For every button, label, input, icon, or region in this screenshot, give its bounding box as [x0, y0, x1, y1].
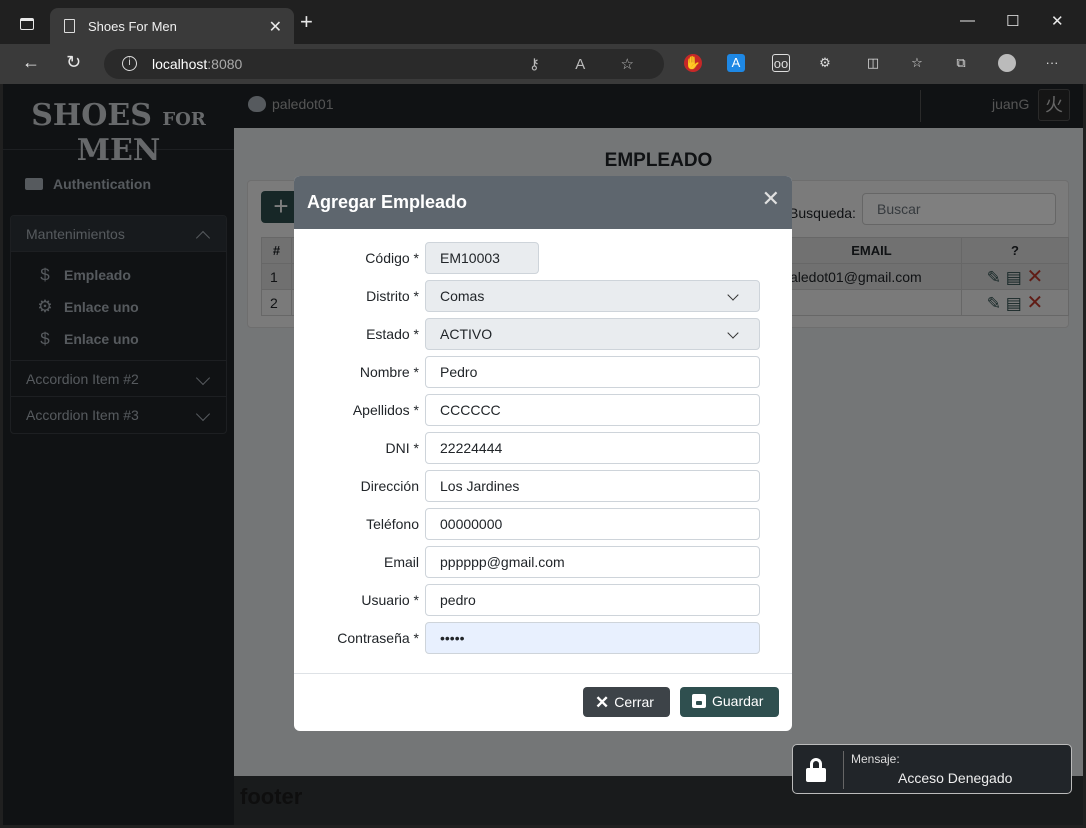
modal-header: Agregar Empleado ✕ [294, 176, 792, 229]
tab-close-icon[interactable]: ✕ [269, 17, 282, 37]
field-row-contrasena: Contraseña * ••••• [294, 622, 792, 654]
nombre-input[interactable]: Pedro [425, 356, 760, 388]
extension-icon[interactable]: oo [772, 54, 790, 72]
modal-footer: ✕ Cerrar Guardar [294, 673, 792, 731]
distrito-label: Distrito * [366, 288, 419, 304]
codigo-field: EM10003 [425, 242, 539, 274]
password-input[interactable]: ••••• [425, 622, 760, 654]
estado-label: Estado * [366, 326, 419, 342]
dni-label: DNI * [385, 440, 419, 456]
toast-message: Acceso Denegado [898, 770, 1013, 786]
add-employee-modal: Agregar Empleado ✕ Código * EM10003 Dist… [294, 176, 792, 731]
field-row-distrito: Distrito * Comas [294, 280, 792, 312]
field-row-telefono: Teléfono 00000000 [294, 508, 792, 540]
translate-icon[interactable]: A [727, 54, 745, 72]
close-icon[interactable]: ✕ [762, 188, 780, 210]
telefono-label: Teléfono [366, 516, 419, 532]
cerrar-button[interactable]: ✕ Cerrar [583, 687, 670, 717]
apellidos-label: Apellidos * [352, 402, 419, 418]
field-row-usuario: Usuario * pedro [294, 584, 792, 616]
distrito-select[interactable]: Comas [425, 280, 760, 312]
telefono-input[interactable]: 00000000 [425, 508, 760, 540]
usuario-label: Usuario * [361, 592, 419, 608]
usuario-input[interactable]: pedro [425, 584, 760, 616]
site-info-icon[interactable]: i [122, 56, 137, 71]
estado-select[interactable]: ACTIVO [425, 318, 760, 350]
field-row-nombre: Nombre * Pedro [294, 356, 792, 388]
favorites-icon[interactable]: ☆ [908, 54, 926, 72]
email-input[interactable]: pppppp@gmail.com [425, 546, 760, 578]
extension-stop-icon[interactable]: ✋ [684, 54, 702, 72]
modal-title: Agregar Empleado [307, 192, 468, 212]
url-field[interactable]: i localhost:8080 ⚷ A ☆ [104, 49, 664, 79]
refresh-icon[interactable]: ↻ [66, 52, 81, 73]
split-screen-icon[interactable]: ◫ [864, 54, 882, 72]
minimize-icon[interactable]: — [960, 12, 975, 29]
field-row-codigo: Código * EM10003 [294, 242, 792, 274]
browser-tab[interactable]: Shoes For Men ✕ [50, 8, 294, 44]
extensions-puzzle-icon[interactable]: ⚙ [816, 54, 834, 72]
toast-divider [843, 751, 844, 789]
window-menu-icon[interactable] [20, 18, 34, 30]
dni-input[interactable]: 22224444 [425, 432, 760, 464]
close-window-icon[interactable]: ✕ [1051, 12, 1064, 30]
maximize-icon[interactable]: ☐ [1006, 12, 1019, 30]
browser-tab-bar: Shoes For Men ✕ + — ☐ ✕ [0, 0, 1086, 44]
page-icon [64, 19, 75, 33]
url-action-icons[interactable]: ⚷ A ☆ [529, 55, 650, 73]
collections-icon[interactable]: ⧉ [952, 54, 970, 72]
apellidos-input[interactable]: CCCCCC [425, 394, 760, 426]
new-tab-icon[interactable]: + [300, 11, 313, 33]
address-bar: ← ↻ i localhost:8080 ⚷ A ☆ ✋ A oo ⚙ ◫ ☆ … [0, 44, 1086, 84]
direccion-label: Dirección [360, 478, 419, 494]
profile-avatar-icon[interactable] [998, 54, 1016, 72]
direccion-input[interactable]: Los Jardines [425, 470, 760, 502]
x-icon: ✕ [595, 693, 610, 712]
nombre-label: Nombre * [359, 364, 419, 380]
email-label: Email [383, 554, 419, 570]
lock-icon [806, 758, 826, 782]
guardar-button[interactable]: Guardar [680, 687, 779, 717]
toast-notification: Mensaje: Acceso Denegado [792, 744, 1072, 794]
field-row-email: Email pppppp@gmail.com [294, 546, 792, 578]
field-row-direccion: Dirección Los Jardines [294, 470, 792, 502]
toast-title: Mensaje: [851, 752, 900, 766]
save-icon [692, 694, 706, 708]
field-row-apellidos: Apellidos * CCCCCC [294, 394, 792, 426]
chevron-down-icon [727, 289, 739, 301]
field-row-estado: Estado * ACTIVO [294, 318, 792, 350]
back-icon[interactable]: ← [22, 52, 40, 73]
codigo-label: Código * [365, 250, 419, 266]
url-text: localhost:8080 [152, 56, 243, 72]
chevron-down-icon [727, 327, 739, 339]
field-row-dni: DNI * 22224444 [294, 432, 792, 464]
tab-title: Shoes For Men [88, 19, 177, 34]
more-menu-icon[interactable]: ··· [1043, 54, 1061, 72]
contrasena-label: Contraseña * [337, 630, 419, 646]
